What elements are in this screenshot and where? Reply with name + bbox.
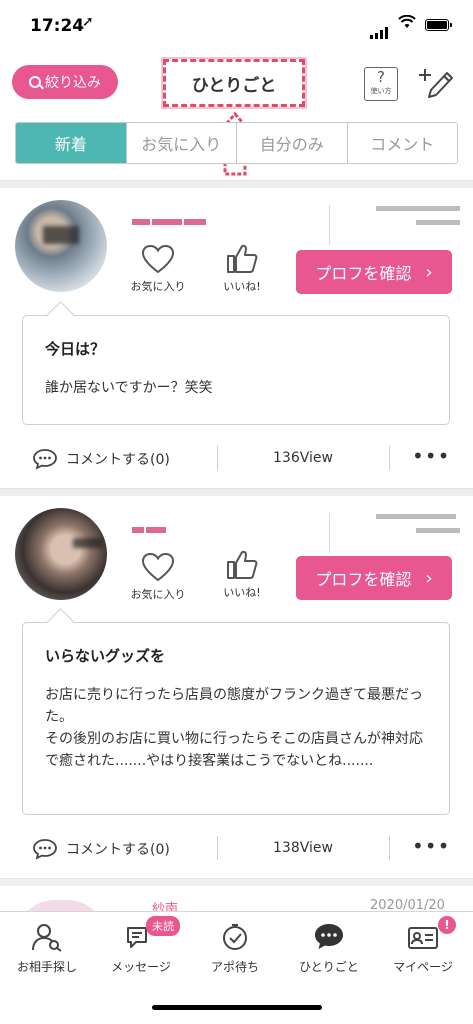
comment-icon <box>33 839 57 860</box>
nav-label: マイページ <box>393 960 453 974</box>
tab-comments[interactable]: コメント <box>347 123 457 163</box>
divider-line <box>389 836 390 860</box>
feed-tabs: 新着 お気に入り 自分のみ コメント <box>15 122 458 164</box>
favorite-button[interactable]: お気に入り <box>125 244 191 294</box>
heart-icon <box>141 244 175 274</box>
nav-item-search-partner[interactable]: お相手探し <box>0 922 94 975</box>
location-arrow-icon: ➚ <box>82 14 94 30</box>
favorite-label: お気に入り <box>130 280 186 293</box>
avatar[interactable] <box>15 200 107 292</box>
divider-line <box>389 446 390 470</box>
tab-favorites[interactable]: お気に入り <box>126 123 237 163</box>
appointment-icon <box>223 924 247 950</box>
nav-item-mypage[interactable]: ! マイページ <box>376 916 470 975</box>
notification-badge: ! <box>438 916 456 934</box>
battery-icon <box>425 19 452 31</box>
comment-button[interactable]: コメントする(0) <box>32 838 170 860</box>
view-profile-label: プロフを確認 <box>315 570 412 589</box>
view-profile-button[interactable]: プロフを確認 › <box>296 250 452 294</box>
favorite-button[interactable]: お気に入り <box>125 552 191 602</box>
nav-label: メッセージ <box>111 960 171 974</box>
view-profile-label: プロフを確認 <box>315 264 412 283</box>
comment-button[interactable]: コメントする(0) <box>32 448 170 470</box>
compose-pencil-icon <box>419 69 453 98</box>
comment-icon <box>33 449 57 470</box>
nav-label: アポ待ち <box>210 960 259 974</box>
avatar[interactable] <box>15 508 107 600</box>
section-divider <box>0 878 473 886</box>
view-profile-button[interactable]: プロフを確認 › <box>296 556 452 600</box>
nav-item-messages[interactable]: 未読 メッセージ <box>94 916 188 975</box>
page-title: ひとりごと <box>163 59 305 107</box>
status-time: 17:24 <box>30 16 85 36</box>
header: 絞り込み ひとりごと ? 使い方 <box>0 55 473 110</box>
tab-new[interactable]: 新着 <box>16 123 127 163</box>
view-count: 138View <box>273 840 333 856</box>
post-bubble: 今日は？ 誰か居ないですかー？笑笑 <box>22 315 450 425</box>
nav-item-appointments[interactable]: アポ待ち <box>188 922 282 975</box>
post-title: 今日は？ <box>45 340 106 358</box>
username-redacted <box>132 210 212 225</box>
user-search-icon <box>32 924 62 952</box>
chevron-right-icon: › <box>425 567 433 589</box>
favorite-label: お気に入り <box>130 588 186 601</box>
section-divider <box>0 488 473 496</box>
post-title: いらないグッズを <box>45 647 166 665</box>
help-label: 使い方 <box>370 87 392 95</box>
date-redacted <box>372 202 460 232</box>
signal-icon <box>370 20 390 39</box>
heart-icon <box>141 552 175 582</box>
thumbs-up-icon <box>227 244 258 273</box>
nav-label: ひとりごと <box>299 960 359 974</box>
like-button[interactable]: いいね! <box>214 242 270 294</box>
filter-button[interactable]: 絞り込み <box>12 65 118 99</box>
post-actions: コメントする(0) 138View ••• <box>0 830 473 870</box>
more-options-icon[interactable]: ••• <box>412 834 450 858</box>
date-redacted <box>372 510 460 540</box>
help-button[interactable]: ? 使い方 <box>364 67 398 101</box>
home-indicator[interactable] <box>152 1005 322 1010</box>
search-icon <box>29 76 41 88</box>
divider-line <box>329 513 330 553</box>
post-actions: コメントする(0) 136View ••• <box>0 440 473 480</box>
section-divider <box>0 180 473 188</box>
chevron-right-icon: › <box>425 261 433 283</box>
comment-label: コメントする(0) <box>66 452 170 468</box>
more-options-icon[interactable]: ••• <box>412 444 450 468</box>
comment-label: コメントする(0) <box>66 842 170 858</box>
username-redacted <box>132 518 212 533</box>
tab-mine[interactable]: 自分のみ <box>237 123 348 163</box>
wifi-icon <box>398 14 416 33</box>
like-label: いいね! <box>223 586 261 599</box>
filter-label: 絞り込み <box>45 75 101 91</box>
thumbs-up-icon <box>227 550 258 579</box>
nav-label: お相手探し <box>16 960 77 974</box>
question-icon: ? <box>377 68 385 86</box>
nav-item-monologue[interactable]: ひとりごと <box>282 922 376 975</box>
compose-button[interactable] <box>415 65 455 101</box>
id-card-icon <box>408 927 438 949</box>
view-count: 136View <box>273 450 333 466</box>
like-button[interactable]: いいね! <box>214 548 270 600</box>
like-label: いいね! <box>223 280 261 293</box>
unread-badge: 未読 <box>146 916 180 936</box>
speech-bubble-icon <box>315 924 343 949</box>
post-body: 誰か居ないですかー？笑笑 <box>45 380 213 396</box>
post-bubble: いらないグッズを お店に売りに行ったら店員の態度がフランク過ぎて最悪だった。 そ… <box>22 622 450 815</box>
status-bar: 17:24 ➚ <box>0 0 473 50</box>
post-body: お店に売りに行ったら店員の態度がフランク過ぎて最悪だった。 その後別のお店に買い… <box>45 687 423 769</box>
divider-line <box>329 205 330 245</box>
